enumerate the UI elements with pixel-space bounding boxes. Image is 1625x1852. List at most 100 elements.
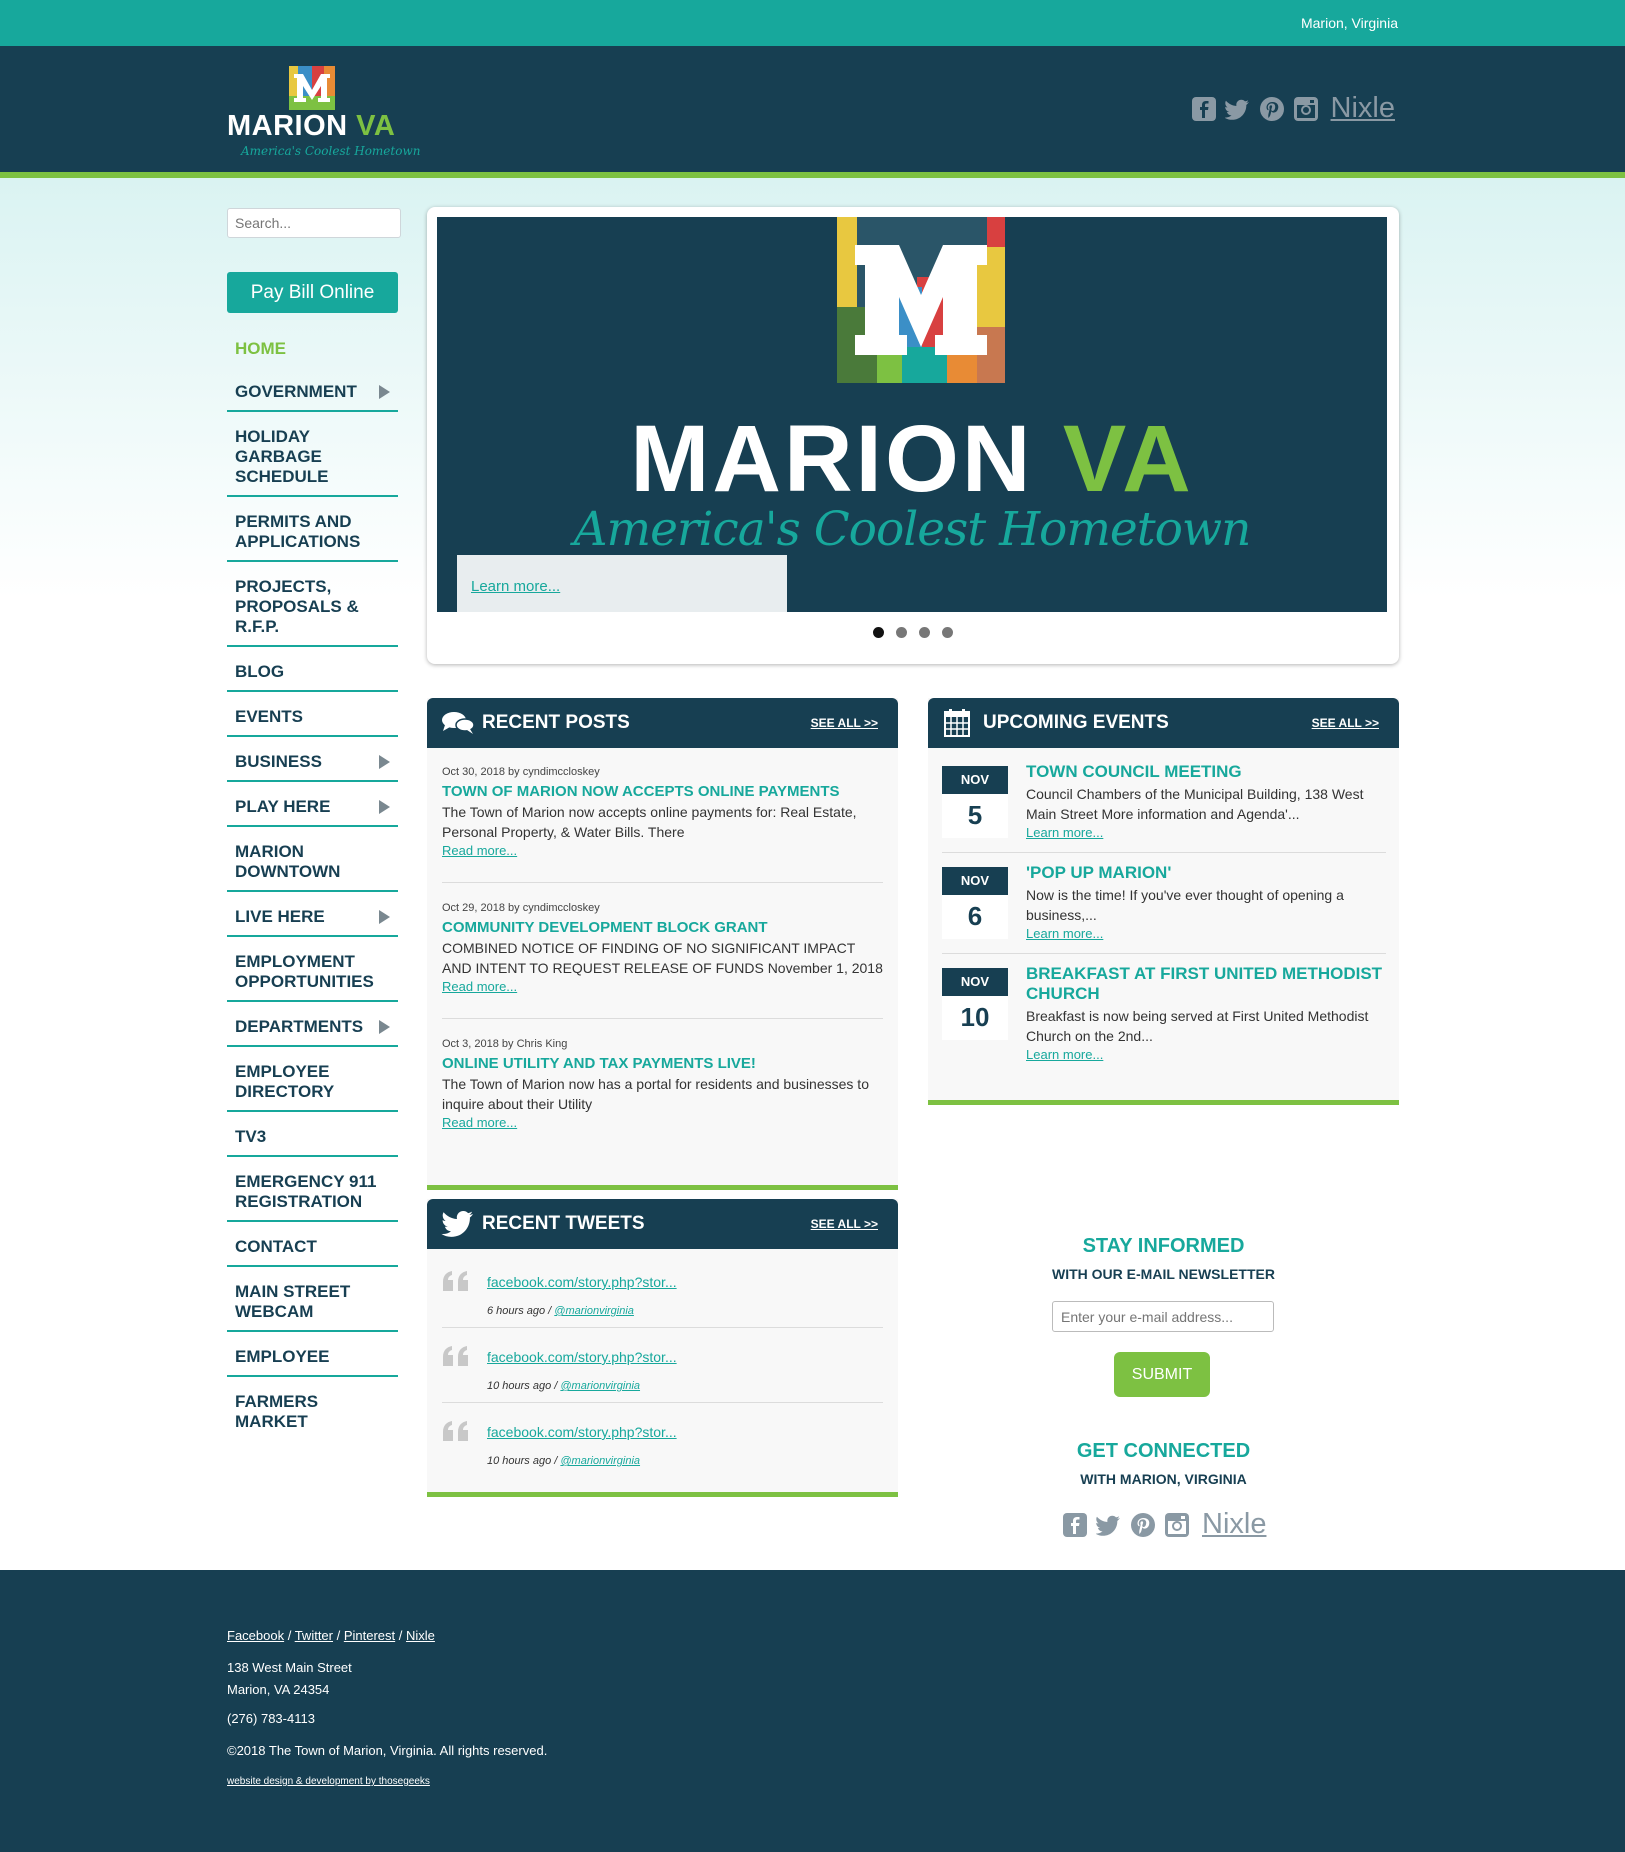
nav-item-main-street-webcam[interactable]: MAIN STREET WEBCAM bbox=[227, 1277, 398, 1332]
nav-item-permits[interactable]: PERMITS AND APPLICATIONS bbox=[227, 507, 398, 562]
newsletter-submit-button[interactable]: SUBMIT bbox=[1114, 1352, 1210, 1397]
read-more-link[interactable]: Read more... bbox=[442, 843, 517, 858]
newsletter-email-input[interactable] bbox=[1052, 1301, 1274, 1332]
see-all-posts-link[interactable]: SEE ALL >> bbox=[811, 716, 878, 730]
slider-dot[interactable] bbox=[942, 627, 953, 638]
nav-label: HOME bbox=[235, 339, 286, 358]
sidebar-nav: HOME GOVERNMENT HOLIDAY GARBAGE SCHEDULE… bbox=[227, 334, 398, 1450]
divider bbox=[942, 953, 1386, 954]
nav-item-tv3[interactable]: TV3 bbox=[227, 1122, 398, 1157]
nav-item-departments[interactable]: DEPARTMENTS bbox=[227, 1012, 398, 1047]
nav-item-projects[interactable]: PROJECTS, PROPOSALS & R.F.P. bbox=[227, 572, 398, 647]
event-title[interactable]: 'POP UP MARION' bbox=[1026, 863, 1386, 883]
tweet-item: facebook.com/story.php?stor... 6 hours a… bbox=[442, 1262, 883, 1336]
nav-label: LIVE HERE bbox=[235, 907, 325, 926]
submenu-arrow-icon bbox=[379, 385, 390, 399]
newsletter-title: STAY INFORMED bbox=[1082, 1235, 1245, 1257]
post-meta: Oct 30, 2018 by cyndimccloskey bbox=[442, 766, 600, 778]
divider bbox=[442, 1327, 883, 1328]
event-title[interactable]: BREAKFAST AT FIRST UNITED METHODIST CHUR… bbox=[1026, 964, 1386, 1004]
nav-item-marion-downtown[interactable]: MARION DOWNTOWN bbox=[227, 837, 398, 892]
footer-copyright: ©2018 The Town of Marion, Virginia. All … bbox=[227, 1743, 548, 1758]
tweet-handle-link[interactable]: @marionvirginia bbox=[560, 1380, 640, 1392]
nav-item-employee-directory[interactable]: EMPLOYEE DIRECTORY bbox=[227, 1057, 398, 1112]
post-title[interactable]: ONLINE UTILITY AND TAX PAYMENTS LIVE! bbox=[442, 1055, 883, 1072]
site-logo[interactable]: MARION VA America's Coolest Hometown bbox=[227, 64, 420, 158]
tweet-link[interactable]: facebook.com/story.php?stor... bbox=[487, 1424, 677, 1440]
nav-item-business[interactable]: BUSINESS bbox=[227, 747, 398, 782]
tweet-link[interactable]: facebook.com/story.php?stor... bbox=[487, 1274, 677, 1290]
footer-phone: (276) 783-4113 bbox=[227, 1711, 315, 1726]
tweet-handle-link[interactable]: @marionvirginia bbox=[554, 1305, 634, 1317]
event-date-badge: NOV 5 bbox=[942, 766, 1008, 838]
twitter-icon[interactable] bbox=[1096, 1512, 1122, 1538]
see-all-tweets-link[interactable]: SEE ALL >> bbox=[811, 1217, 878, 1231]
slider-dot[interactable] bbox=[919, 627, 930, 638]
footer-facebook-link[interactable]: Facebook bbox=[227, 1628, 284, 1643]
nav-label: EMPLOYMENT OPPORTUNITIES bbox=[235, 952, 374, 991]
post-item: Oct 3, 2018 by Chris King ONLINE UTILITY… bbox=[442, 1038, 883, 1132]
tweet-time: 10 hours ago / @marionvirginia bbox=[487, 1455, 640, 1467]
panel-title: RECENT POSTS bbox=[482, 712, 630, 733]
nav-item-contact[interactable]: CONTACT bbox=[227, 1232, 398, 1267]
pinterest-icon[interactable] bbox=[1259, 96, 1285, 122]
nav-item-farmers-market[interactable]: FARMERS MARKET bbox=[227, 1387, 398, 1440]
footer-twitter-link[interactable]: Twitter bbox=[295, 1628, 333, 1643]
nav-label: BUSINESS bbox=[235, 752, 322, 771]
nav-item-events[interactable]: EVENTS bbox=[227, 702, 398, 737]
divider bbox=[942, 852, 1386, 853]
tweet-handle-link[interactable]: @marionvirginia bbox=[560, 1455, 640, 1467]
pay-bill-button[interactable]: Pay Bill Online bbox=[227, 272, 398, 313]
nav-item-play-here[interactable]: PLAY HERE bbox=[227, 792, 398, 827]
slide-learn-more-link[interactable]: Learn more... bbox=[471, 578, 560, 595]
footer-credit-link[interactable]: website design & development by thosegee… bbox=[227, 1776, 430, 1787]
tweet-age: 10 hours ago / bbox=[487, 1455, 561, 1467]
facebook-icon[interactable] bbox=[1062, 1512, 1088, 1538]
tweet-item: facebook.com/story.php?stor... 10 hours … bbox=[442, 1337, 883, 1411]
nav-label: EVENTS bbox=[235, 707, 304, 726]
instagram-icon[interactable] bbox=[1164, 1512, 1190, 1538]
nav-item-employment[interactable]: EMPLOYMENT OPPORTUNITIES bbox=[227, 947, 398, 1002]
read-more-link[interactable]: Read more... bbox=[442, 979, 517, 994]
pinterest-icon[interactable] bbox=[1130, 1512, 1156, 1538]
calendar-icon bbox=[944, 709, 970, 737]
event-text: BREAKFAST AT FIRST UNITED METHODIST CHUR… bbox=[1026, 964, 1386, 1064]
footer-nixle-link[interactable]: Nixle bbox=[406, 1628, 435, 1643]
learn-more-link[interactable]: Learn more... bbox=[1026, 1047, 1103, 1062]
logo-word-marion: MARION bbox=[227, 110, 348, 142]
event-item: NOV 6 'POP UP MARION' Now is the time! I… bbox=[942, 863, 1386, 953]
nav-item-employee[interactable]: EMPLOYEE bbox=[227, 1342, 398, 1377]
footer-credit: website design & development by thosegee… bbox=[227, 1776, 430, 1787]
nav-item-live-here[interactable]: LIVE HERE bbox=[227, 902, 398, 937]
see-all-events-link[interactable]: SEE ALL >> bbox=[1312, 716, 1379, 730]
post-title[interactable]: COMMUNITY DEVELOPMENT BLOCK GRANT bbox=[442, 919, 883, 936]
tweet-link[interactable]: facebook.com/story.php?stor... bbox=[487, 1349, 677, 1365]
panel-title: UPCOMING EVENTS bbox=[983, 712, 1169, 733]
event-title[interactable]: TOWN COUNCIL MEETING bbox=[1026, 762, 1386, 782]
post-excerpt: The Town of Marion now has a portal for … bbox=[442, 1076, 869, 1112]
footer-pinterest-link[interactable]: Pinterest bbox=[344, 1628, 395, 1643]
hero-word-va: VA bbox=[1062, 406, 1194, 512]
nav-item-government[interactable]: GOVERNMENT bbox=[227, 377, 398, 412]
learn-more-link[interactable]: Learn more... bbox=[1026, 926, 1103, 941]
nav-item-blog[interactable]: BLOG bbox=[227, 657, 398, 692]
divider bbox=[442, 882, 883, 883]
slider-dot[interactable] bbox=[873, 627, 884, 638]
quote-icon bbox=[443, 1421, 468, 1441]
instagram-icon[interactable] bbox=[1293, 96, 1319, 122]
search-input[interactable] bbox=[227, 208, 401, 238]
connected-title: GET CONNECTED bbox=[1076, 1440, 1251, 1462]
twitter-icon[interactable] bbox=[1224, 96, 1251, 122]
slider-dot[interactable] bbox=[896, 627, 907, 638]
read-more-link[interactable]: Read more... bbox=[442, 1115, 517, 1130]
nav-item-holiday-garbage-schedule[interactable]: HOLIDAY GARBAGE SCHEDULE bbox=[227, 422, 398, 497]
facebook-icon[interactable] bbox=[1191, 96, 1217, 122]
footer-address-line1: 138 West Main Street bbox=[227, 1660, 352, 1675]
nav-item-emergency-911[interactable]: EMERGENCY 911 REGISTRATION bbox=[227, 1167, 398, 1222]
learn-more-link[interactable]: Learn more... bbox=[1026, 825, 1103, 840]
nixle-link[interactable]: Nixle bbox=[1202, 1508, 1266, 1541]
nixle-link[interactable]: Nixle bbox=[1331, 92, 1395, 125]
nav-item-home[interactable]: HOME bbox=[227, 334, 398, 367]
chat-bubbles-icon bbox=[442, 712, 475, 734]
post-title[interactable]: TOWN OF MARION NOW ACCEPTS ONLINE PAYMEN… bbox=[442, 783, 883, 800]
